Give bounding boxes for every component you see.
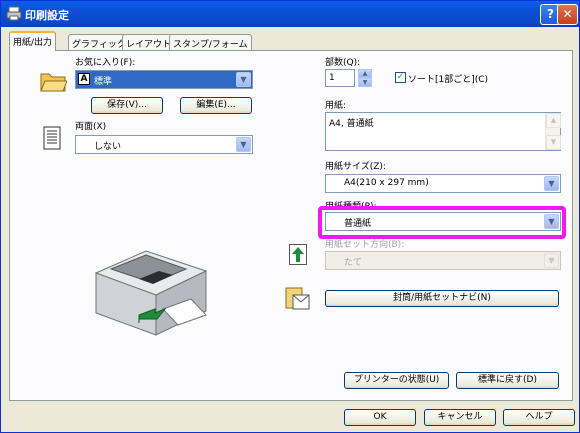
chevron-down-icon[interactable]: ▼ xyxy=(236,137,251,152)
paper-type-highlight xyxy=(318,206,566,239)
scroll-up-icon[interactable]: ▲ xyxy=(546,113,561,128)
restore-defaults-button[interactable]: 標準に戻す(D) xyxy=(456,372,559,389)
edit-button[interactable]: 編集(E)... xyxy=(180,97,252,114)
save-button[interactable]: 保存(V)... xyxy=(91,97,163,114)
paper-label: 用紙: xyxy=(325,101,347,111)
duplex-value: しない xyxy=(94,142,122,152)
printer-illustration xyxy=(94,250,208,336)
chevron-down-icon[interactable]: ▼ xyxy=(544,253,559,268)
favorites-dropdown[interactable]: A 標準 ▼ xyxy=(75,70,253,89)
favorites-a-icon: A xyxy=(78,73,90,85)
duplex-dropdown[interactable]: しない ▼ xyxy=(75,135,253,154)
copies-input[interactable]: 1 xyxy=(325,69,355,87)
collate-label: ソート[1部ごと](C) xyxy=(408,75,489,85)
print-settings-window: 印刷設定 ? ✕ 用紙/出力 グラフィックス レイアウト スタンプ/フォーム お… xyxy=(0,0,580,433)
cancel-button[interactable]: キャンセル xyxy=(424,409,496,426)
tab-paper-output[interactable]: 用紙/出力 xyxy=(9,31,57,51)
duplex-document-icon xyxy=(43,126,61,150)
spin-down-icon[interactable]: ▼ xyxy=(358,78,372,87)
paper-size-dropdown[interactable]: A4(210 x 297 mm) ▼ xyxy=(325,174,561,193)
chevron-down-icon[interactable]: ▼ xyxy=(544,176,559,191)
envelope-guide-button[interactable]: 封筒/用紙セットナビ(N) xyxy=(325,290,559,307)
close-button[interactable]: ✕ xyxy=(557,4,578,25)
copies-spinner[interactable]: ▲ ▼ xyxy=(358,69,372,87)
favorites-value: 標準 xyxy=(94,77,113,87)
tab-layout[interactable]: レイアウト xyxy=(122,34,176,50)
duplex-label: 両面(X) xyxy=(75,122,107,132)
title-bar[interactable]: 印刷設定 ? ✕ xyxy=(1,1,579,27)
collate-checkbox[interactable]: ✓ xyxy=(395,72,406,83)
copies-label: 部数(Q): xyxy=(325,58,361,68)
spin-up-icon[interactable]: ▲ xyxy=(358,69,372,78)
scrollbar[interactable]: ▲ ▼ xyxy=(545,113,561,150)
paper-summary-box: A4, 普通紙 ▲ ▼ xyxy=(325,112,561,151)
paper-size-value: A4(210 x 297 mm) xyxy=(344,178,429,188)
paper-orientation-arrow-icon xyxy=(289,244,307,265)
help-button[interactable]: ヘルプ xyxy=(503,409,575,426)
window-title: 印刷設定 xyxy=(25,9,69,22)
paper-size-label: 用紙サイズ(Z): xyxy=(325,162,386,172)
folder-icon xyxy=(40,73,67,92)
paper-orientation-value: たて xyxy=(344,258,363,268)
printer-icon xyxy=(6,6,22,21)
tab-stamp-form[interactable]: スタンプ/フォーム xyxy=(169,34,252,50)
envelope-guide-icon xyxy=(285,287,310,310)
ok-button[interactable]: OK xyxy=(344,409,416,426)
paper-orientation-label: 用紙セット方向(B): xyxy=(325,240,405,250)
paper-summary-text: A4, 普通紙 xyxy=(329,119,374,129)
favorites-label: お気に入り(F): xyxy=(75,58,136,68)
scroll-down-icon[interactable]: ▼ xyxy=(546,135,561,150)
chevron-down-icon[interactable]: ▼ xyxy=(236,72,251,87)
paper-orientation-dropdown[interactable]: たて ▼ xyxy=(325,251,561,270)
printer-status-button[interactable]: プリンターの状態(U) xyxy=(344,372,449,389)
